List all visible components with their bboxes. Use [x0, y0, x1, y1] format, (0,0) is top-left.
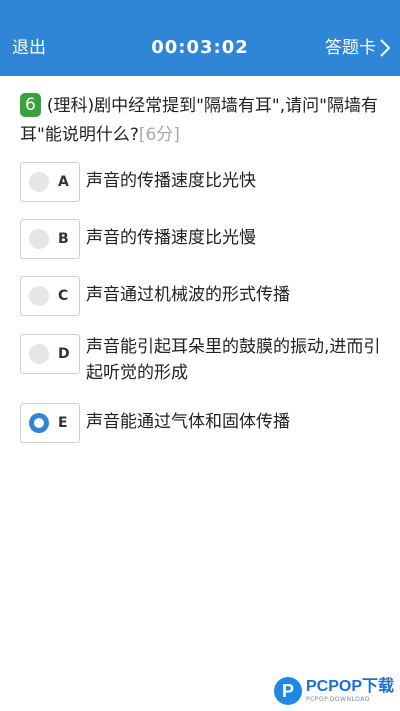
- option-b-selector[interactable]: B: [20, 219, 80, 259]
- answer-sheet-label: 答题卡: [325, 38, 376, 58]
- option-letter: A: [58, 174, 69, 190]
- answer-sheet-button[interactable]: 答题卡: [325, 36, 390, 60]
- radio-unselected-icon[interactable]: [29, 229, 49, 249]
- option-c[interactable]: C 声音通过机械波的形式传播: [20, 276, 392, 316]
- radio-unselected-icon[interactable]: [29, 172, 49, 192]
- watermark-logo: P PCPOP下载 PCPOP.DOWNLOAD: [273, 677, 394, 705]
- option-text: 声音通过机械波的形式传播: [86, 285, 290, 305]
- question-text: (理科)剧中经常提到"隔墙有耳",请问"隔墙有耳"能说明什么?: [20, 96, 378, 145]
- option-d[interactable]: D 声音能引起耳朵里的鼓膜的振动,进而引起听觉的形成: [20, 334, 392, 386]
- radio-unselected-icon[interactable]: [29, 344, 49, 364]
- option-a-selector[interactable]: A: [20, 162, 80, 202]
- radio-unselected-icon[interactable]: [29, 286, 49, 306]
- option-letter: C: [58, 288, 69, 304]
- watermark-text: PCPOP下载 PCPOP.DOWNLOAD: [306, 678, 394, 704]
- quiz-screen: 退出 00:03:02 答题卡 6 (理科)剧中经常提到"隔墙有耳",请问"隔墙有…: [0, 0, 400, 711]
- option-text: 声音能引起耳朵里的鼓膜的振动,进而引起听觉的形成: [86, 337, 381, 383]
- option-b[interactable]: B 声音的传播速度比光慢: [20, 219, 392, 259]
- question-score: [6分]: [138, 125, 180, 145]
- option-e-selector[interactable]: E: [20, 403, 80, 443]
- top-bar: 退出 00:03:02 答题卡: [0, 0, 400, 76]
- option-text: 声音的传播速度比光慢: [86, 228, 256, 248]
- radio-selected-icon[interactable]: [29, 413, 49, 433]
- watermark-sub-text: PCPOP.DOWNLOAD: [305, 696, 370, 703]
- option-letter: B: [58, 231, 69, 247]
- option-text: 声音的传播速度比光快: [86, 171, 256, 191]
- logo-badge-icon: P: [273, 677, 302, 705]
- question-stem: 6 (理科)剧中经常提到"隔墙有耳",请问"隔墙有耳"能说明什么?[6分]: [20, 92, 392, 150]
- option-c-selector[interactable]: C: [20, 276, 80, 316]
- option-d-selector[interactable]: D: [20, 334, 80, 374]
- question-number-badge: 6: [20, 93, 41, 117]
- option-e[interactable]: E 声音能通过气体和固体传播: [20, 403, 392, 443]
- option-letter: D: [58, 346, 70, 362]
- watermark-main-text: PCPOP下载: [305, 678, 394, 695]
- option-a[interactable]: A 声音的传播速度比光快: [20, 162, 392, 202]
- option-text: 声音能通过气体和固体传播: [86, 412, 290, 432]
- chevron-right-icon: [380, 39, 390, 57]
- option-letter: E: [58, 415, 68, 431]
